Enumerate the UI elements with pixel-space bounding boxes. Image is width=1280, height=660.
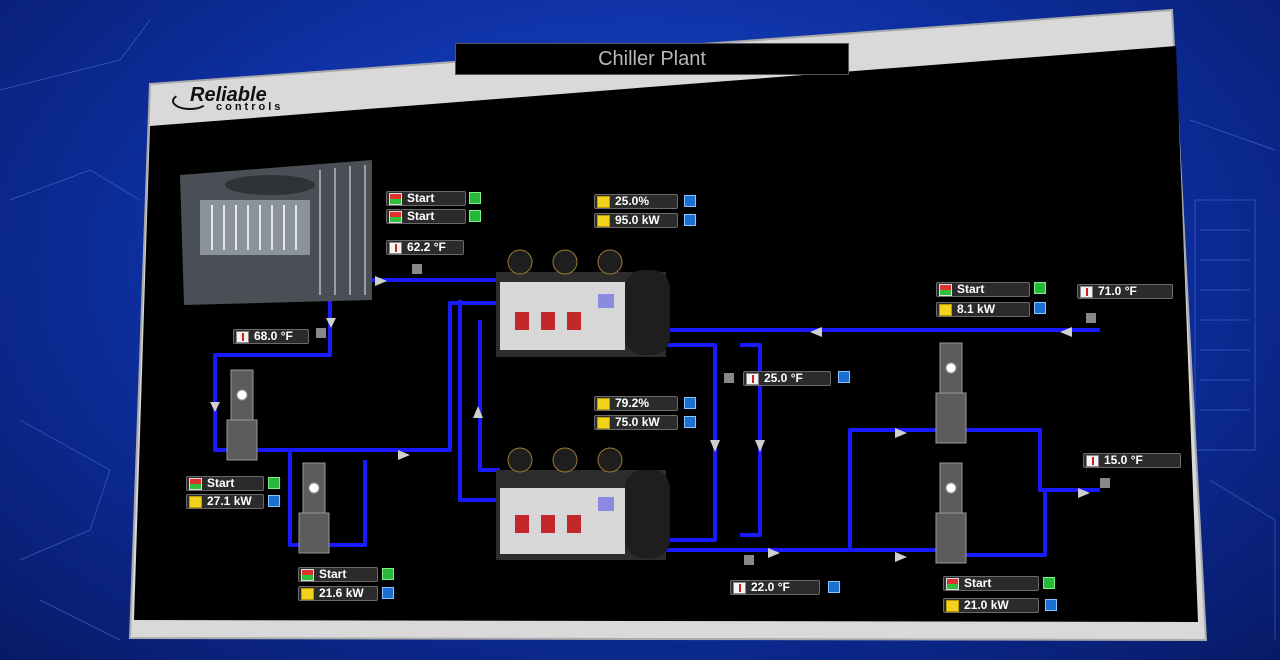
status-label: Start bbox=[319, 567, 347, 581]
temp-value: 15.0 °F bbox=[1104, 453, 1143, 467]
thermometer-icon bbox=[733, 581, 746, 594]
override-icon[interactable] bbox=[1034, 282, 1046, 294]
chiller-2-load[interactable]: 79.2% bbox=[594, 396, 678, 411]
condenser-pump-2-status[interactable]: Start bbox=[298, 567, 378, 582]
power-meter-icon bbox=[597, 214, 610, 227]
override-icon[interactable] bbox=[684, 195, 696, 207]
condenser-pump-1-power[interactable]: 27.1 kW bbox=[186, 494, 264, 509]
start-stop-icon bbox=[389, 192, 402, 205]
override-icon[interactable] bbox=[268, 495, 280, 507]
override-icon[interactable] bbox=[268, 477, 280, 489]
start-stop-icon bbox=[389, 210, 402, 223]
override-icon[interactable] bbox=[1043, 577, 1055, 589]
power-value: 75.0 kW bbox=[615, 415, 660, 429]
page-title: Chiller Plant bbox=[455, 43, 849, 75]
chw-return-temp[interactable]: 71.0 °F bbox=[1077, 284, 1173, 299]
power-meter-icon bbox=[939, 303, 952, 316]
tower-fan-2-status[interactable]: Start bbox=[386, 209, 466, 224]
temp-value: 62.2 °F bbox=[407, 240, 446, 254]
start-stop-icon bbox=[189, 477, 202, 490]
temp-value: 68.0 °F bbox=[254, 329, 293, 343]
power-meter-icon bbox=[189, 495, 202, 508]
condenser-pump-1-status[interactable]: Start bbox=[186, 476, 264, 491]
status-label: Start bbox=[957, 282, 985, 296]
override-icon[interactable] bbox=[469, 192, 481, 204]
thermometer-icon bbox=[236, 330, 249, 343]
temp-value: 71.0 °F bbox=[1098, 284, 1137, 298]
override-icon[interactable] bbox=[684, 397, 696, 409]
condenser-pump-2 bbox=[298, 462, 330, 554]
override-icon[interactable] bbox=[838, 371, 850, 383]
power-value: 21.6 kW bbox=[319, 586, 364, 600]
override-icon[interactable] bbox=[828, 581, 840, 593]
thermometer-icon bbox=[389, 241, 402, 254]
power-meter-icon bbox=[301, 587, 314, 600]
override-icon[interactable] bbox=[1034, 302, 1046, 314]
thermometer-icon bbox=[1086, 454, 1099, 467]
power-value: 8.1 kW bbox=[957, 302, 996, 316]
override-icon[interactable] bbox=[469, 210, 481, 222]
temp-value: 22.0 °F bbox=[751, 580, 790, 594]
override-icon[interactable] bbox=[382, 587, 394, 599]
chilled-water-pump-1 bbox=[935, 342, 967, 444]
start-stop-icon bbox=[939, 283, 952, 296]
chiller-2-power[interactable]: 75.0 kW bbox=[594, 415, 678, 430]
start-stop-icon bbox=[946, 577, 959, 590]
condenser-pump-2-power[interactable]: 21.6 kW bbox=[298, 586, 378, 601]
chw-pump-2-status[interactable]: Start bbox=[943, 576, 1039, 591]
override-icon[interactable] bbox=[684, 416, 696, 428]
chw-supply-temp-bottom[interactable]: 22.0 °F bbox=[730, 580, 820, 595]
chw-pump-1-status[interactable]: Start bbox=[936, 282, 1030, 297]
chilled-water-pump-2 bbox=[935, 462, 967, 564]
chiller-1-load[interactable]: 25.0% bbox=[594, 194, 678, 209]
chw-supply-temp-mid[interactable]: 25.0 °F bbox=[743, 371, 831, 386]
override-icon[interactable] bbox=[684, 214, 696, 226]
status-label: Start bbox=[407, 209, 435, 223]
condenser-pump-1 bbox=[226, 369, 258, 461]
power-meter-icon bbox=[597, 195, 610, 208]
override-icon[interactable] bbox=[1045, 599, 1057, 611]
start-stop-icon bbox=[301, 568, 314, 581]
temp-value: 25.0 °F bbox=[764, 371, 803, 385]
power-meter-icon bbox=[597, 416, 610, 429]
status-label: Start bbox=[964, 576, 992, 590]
tower-leaving-temp[interactable]: 62.2 °F bbox=[386, 240, 464, 255]
status-label: Start bbox=[207, 476, 235, 490]
chiller-1-power[interactable]: 95.0 kW bbox=[594, 213, 678, 228]
status-label: Start bbox=[407, 191, 435, 205]
power-meter-icon bbox=[946, 599, 959, 612]
chw-pump-2-power[interactable]: 21.0 kW bbox=[943, 598, 1039, 613]
thermometer-icon bbox=[746, 372, 759, 385]
cooling-tower bbox=[180, 160, 372, 305]
chw-pump-1-power[interactable]: 8.1 kW bbox=[936, 302, 1030, 317]
tower-fan-1-status[interactable]: Start bbox=[386, 191, 466, 206]
brand-logo: Reliable controls bbox=[172, 84, 312, 114]
thermometer-icon bbox=[1080, 285, 1093, 298]
power-value: 21.0 kW bbox=[964, 598, 1009, 612]
power-meter-icon bbox=[597, 397, 610, 410]
chw-loop-temp[interactable]: 15.0 °F bbox=[1083, 453, 1181, 468]
load-value: 79.2% bbox=[615, 396, 650, 410]
load-value: 25.0% bbox=[615, 194, 650, 208]
power-value: 95.0 kW bbox=[615, 213, 660, 227]
override-icon[interactable] bbox=[382, 568, 394, 580]
power-value: 27.1 kW bbox=[207, 494, 252, 508]
brand-sub: controls bbox=[216, 101, 284, 113]
tower-return-temp[interactable]: 68.0 °F bbox=[233, 329, 309, 344]
